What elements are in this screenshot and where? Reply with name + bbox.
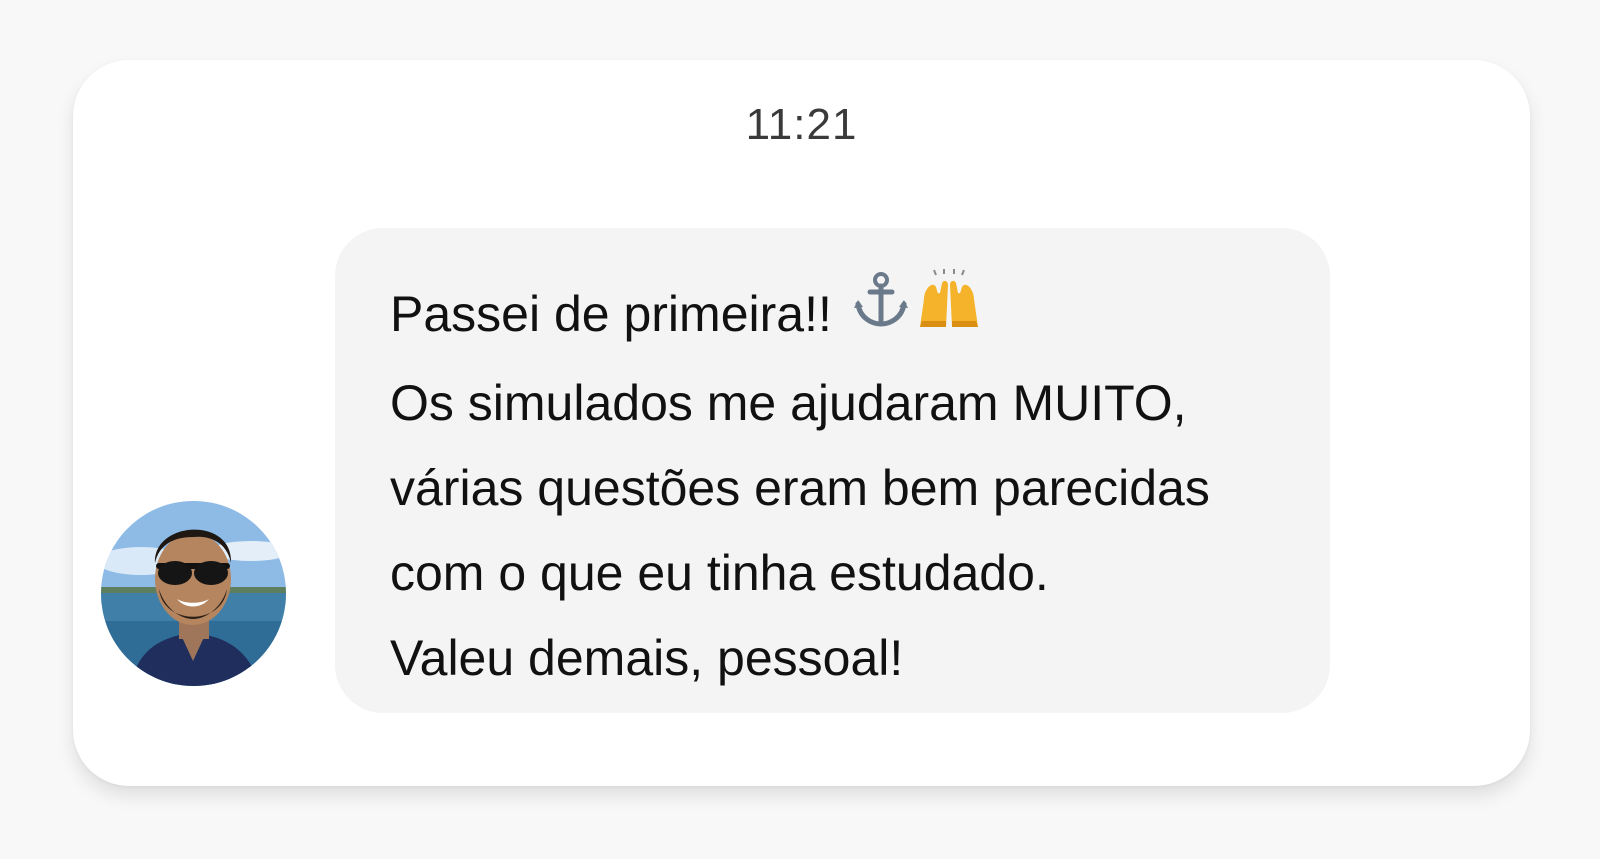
sender-avatar[interactable] xyxy=(101,501,286,686)
message-bubble[interactable]: Passei de primeira!! Os simulados me aju… xyxy=(335,228,1330,713)
message-card: 11:21 Passei de primeira!! Os simulados … xyxy=(73,60,1530,786)
raising-hands-icon xyxy=(916,268,982,355)
message-line: com o que eu tinha estudado. xyxy=(390,544,1049,601)
message-line: Passei de primeira!! xyxy=(390,268,1300,361)
message-timestamp: 11:21 xyxy=(745,100,858,149)
message-line: Os simulados me ajudaram MUITO, xyxy=(390,374,1187,431)
message-line: Valeu demais, pessoal! xyxy=(390,629,904,686)
anchor-icon xyxy=(852,269,910,354)
message-line: várias questões eram bem parecidas xyxy=(390,459,1210,516)
avatar-photo xyxy=(101,501,286,686)
